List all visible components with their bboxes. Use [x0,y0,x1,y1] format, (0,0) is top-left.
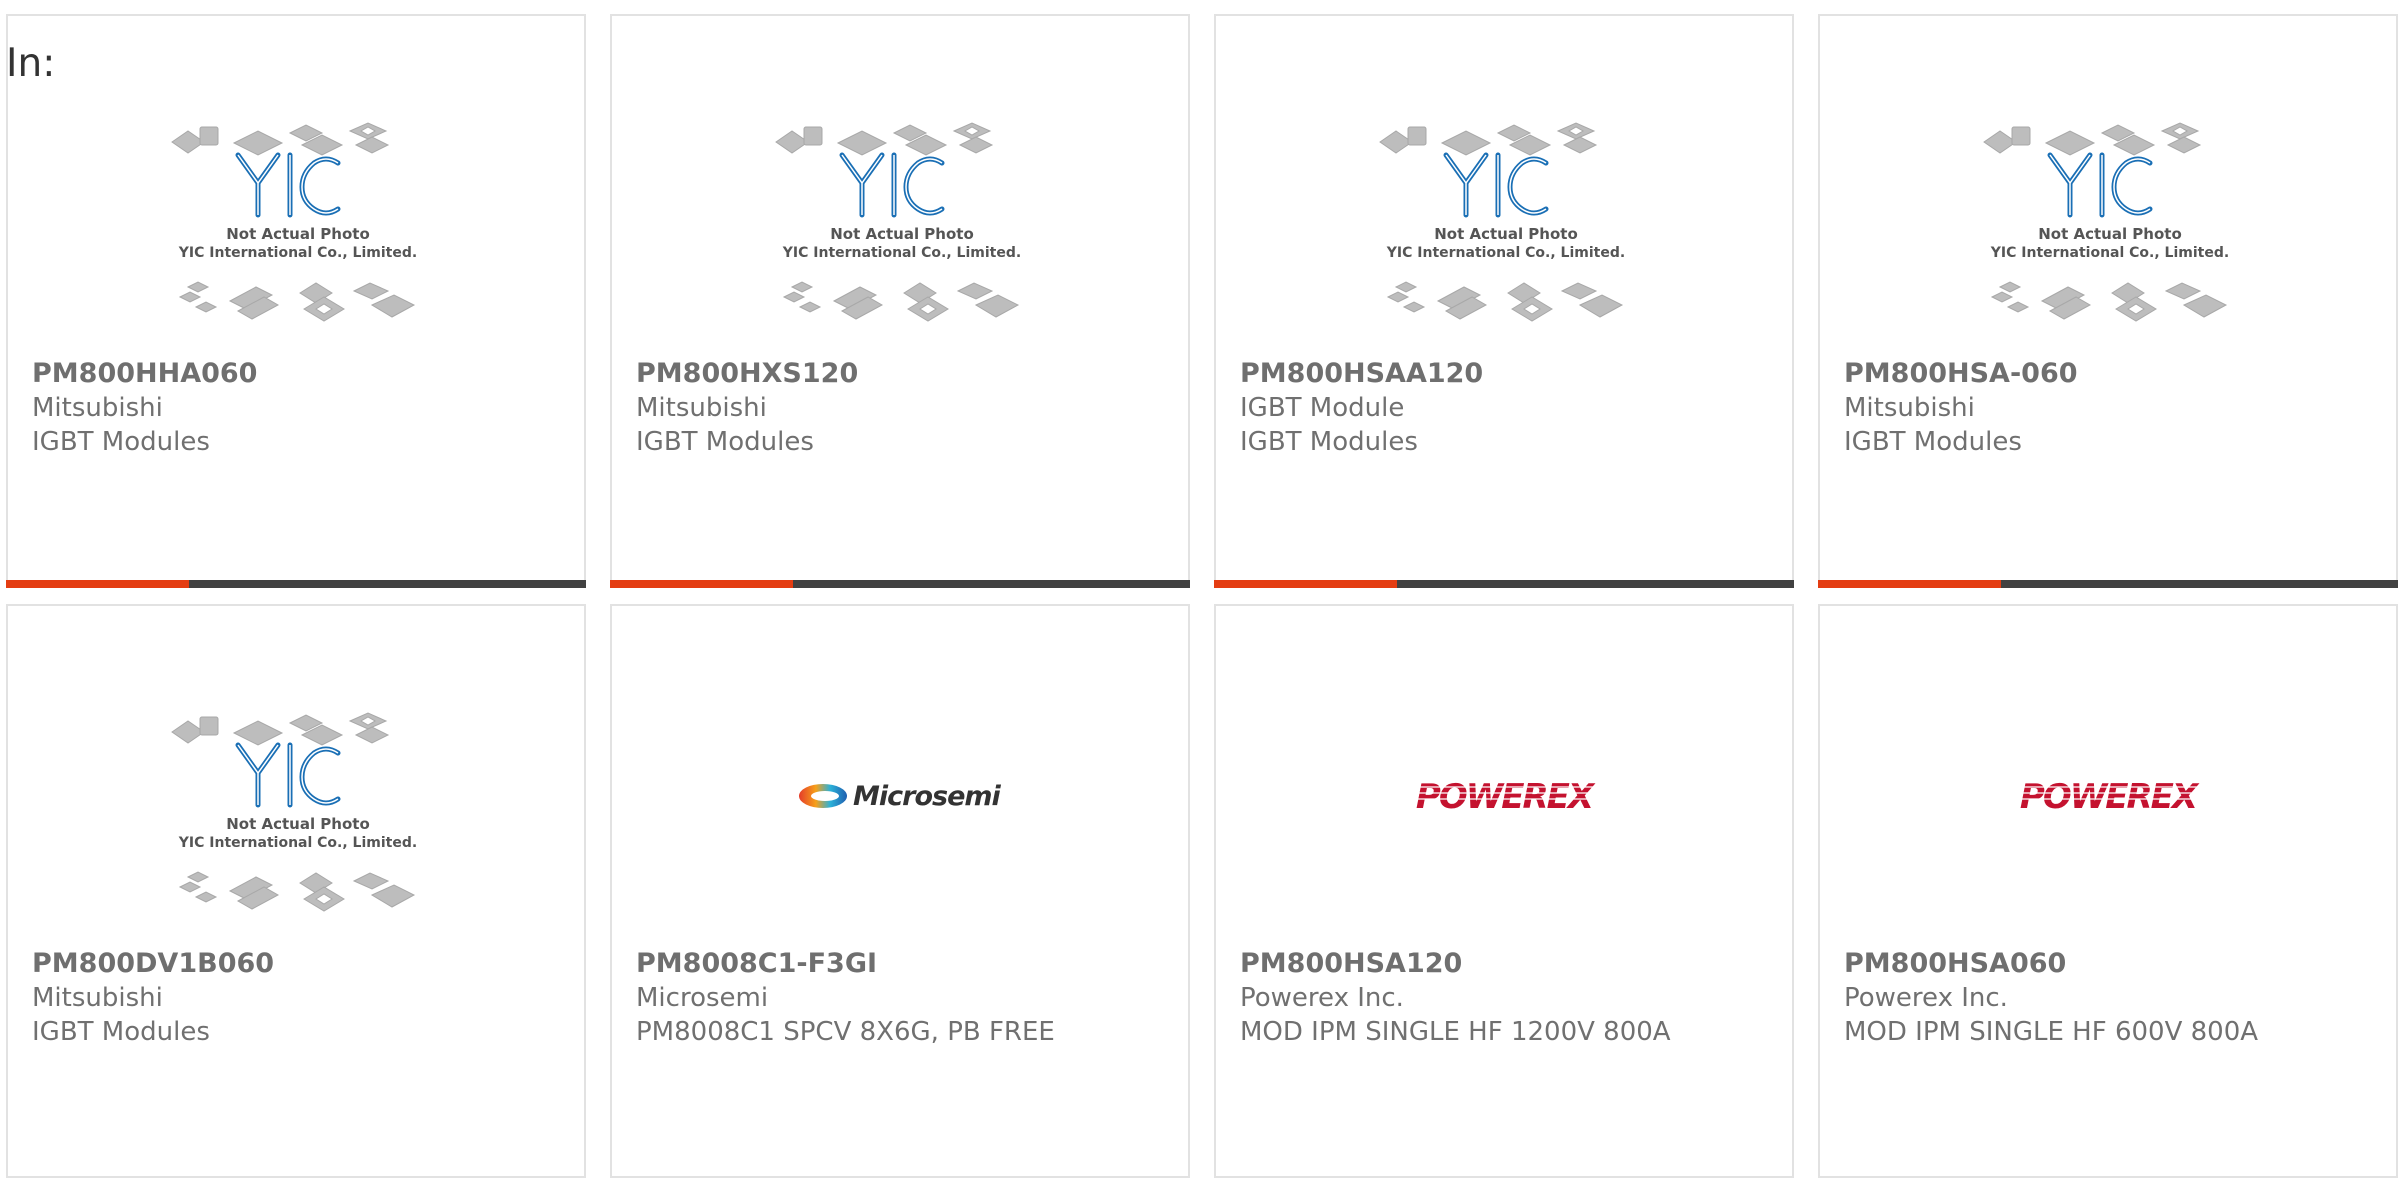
part-number-link[interactable]: PM800HSA120 [1240,947,1671,981]
yic-logo-icon [235,152,341,218]
product-info: PM800HXS120 Mitsubishi IGBT Modules [636,357,858,459]
product-description: IGBT Modules [32,1017,210,1047]
product-card[interactable]: Not Actual Photo YIC International Co., … [6,604,586,1178]
powerex-logo: POWEREX [2018,777,2202,817]
product-image[interactable]: Microsemi [612,756,1188,836]
manufacturer: Mitsubishi [636,393,767,423]
company-caption: YIC International Co., Limited. [178,245,417,261]
product-info: PM800HHA060 Mitsubishi IGBT Modules [32,357,257,459]
not-actual-photo-caption: Not Actual Photo [830,225,974,243]
product-grid: Not Actual Photo YIC International Co., … [6,14,2398,1178]
powerex-logo-text: POWEREX [1416,777,1596,817]
manufacturer: Mitsubishi [32,393,163,423]
yic-logo-icon [839,152,945,218]
product-description: MOD IPM SINGLE HF 600V 800A [1844,1017,2259,1047]
product-card[interactable]: Microsemi PM8008C1-F3GI Microsemi PM8008C1… [610,604,1190,1178]
not-actual-photo-image: Not Actual Photo YIC International Co., … [1379,122,1625,322]
product-card[interactable]: Not Actual Photo YIC International Co., … [6,14,586,588]
product-description: MOD IPM SINGLE HF 1200V 800A [1240,1017,1671,1047]
company-caption: YIC International Co., Limited. [1990,245,2229,261]
in-label: In: [6,41,56,86]
yic-logo-icon [235,742,341,808]
product-description: PM8008C1 SPCV 8X6G, PB FREE [636,1017,1055,1047]
product-info: PM800HSAA120 IGBT Module IGBT Modules [1240,357,1483,459]
yic-logo-icon [1443,152,1549,218]
company-caption: YIC International Co., Limited. [782,245,1021,261]
manufacturer: Powerex Inc. [1844,983,2008,1013]
product-image[interactable]: Not Actual Photo YIC International Co., … [158,97,438,337]
manufacturer: IGBT Module [1240,393,1405,423]
not-actual-photo-caption: Not Actual Photo [226,815,370,833]
manufacturer: Mitsubishi [32,983,163,1013]
product-info: PM8008C1-F3GI Microsemi PM8008C1 SPCV 8X6G… [636,947,1055,1049]
part-number-link[interactable]: PM800HXS120 [636,357,858,391]
part-number-link[interactable]: PM800DV1B060 [32,947,274,981]
product-description: IGBT Modules [1844,427,2022,457]
product-image[interactable]: Not Actual Photo YIC International Co., … [1366,97,1646,337]
not-actual-photo-caption: Not Actual Photo [1434,225,1578,243]
product-description: IGBT Modules [1240,427,1418,457]
product-image[interactable]: POWEREX [1820,756,2396,836]
product-info: PM800DV1B060 Mitsubishi IGBT Modules [32,947,274,1049]
manufacturer: Microsemi [636,983,769,1013]
powerex-logo: POWEREX [1414,777,1598,817]
part-number-link[interactable]: PM800HSA060 [1844,947,2258,981]
not-actual-photo-image: Not Actual Photo YIC International Co., … [171,712,417,912]
part-number-link[interactable]: PM800HSA-060 [1844,357,2078,391]
part-number-link[interactable]: PM8008C1-F3GI [636,947,1055,981]
yic-logo-icon [2047,152,2153,218]
powerex-logo-text: POWEREX [2020,777,2200,817]
product-card[interactable]: POWEREX PM800HSA120 Powerex Inc. MOD IPM S… [1214,604,1794,1178]
company-caption: YIC International Co., Limited. [178,835,417,851]
not-actual-photo-caption: Not Actual Photo [2038,225,2182,243]
product-card[interactable]: Not Actual Photo YIC International Co., … [1214,14,1794,588]
product-card[interactable]: Not Actual Photo YIC International Co., … [1818,14,2398,588]
product-card[interactable]: Not Actual Photo YIC International Co., … [610,14,1190,588]
product-description: IGBT Modules [32,427,210,457]
microsemi-logo-text: Microsemi [853,781,1002,812]
product-image[interactable]: Not Actual Photo YIC International Co., … [1970,97,2250,337]
not-actual-photo-caption: Not Actual Photo [226,225,370,243]
not-actual-photo-image: Not Actual Photo YIC International Co., … [775,122,1021,322]
product-image[interactable]: Not Actual Photo YIC International Co., … [158,687,438,927]
part-number-link[interactable]: PM800HSAA120 [1240,357,1483,391]
manufacturer: Mitsubishi [1844,393,1975,423]
product-info: PM800HSA-060 Mitsubishi IGBT Modules [1844,357,2078,459]
not-actual-photo-image: Not Actual Photo YIC International Co., … [171,122,417,322]
product-image[interactable]: Not Actual Photo YIC International Co., … [762,97,1042,337]
product-info: PM800HSA120 Powerex Inc. MOD IPM SINGLE HF… [1240,947,1671,1049]
product-info: PM800HSA060 Powerex Inc. MOD IPM SINGLE HF… [1844,947,2258,1049]
part-number-link[interactable]: PM800HHA060 [32,357,257,391]
product-image[interactable]: POWEREX [1216,756,1792,836]
company-caption: YIC International Co., Limited. [1386,245,1625,261]
manufacturer: Powerex Inc. [1240,983,1404,1013]
product-description: IGBT Modules [636,427,814,457]
product-card[interactable]: POWEREX PM800HSA060 Powerex Inc. MOD IPM S… [1818,604,2398,1178]
not-actual-photo-image: Not Actual Photo YIC International Co., … [1983,122,2229,322]
microsemi-logo: Microsemi [799,781,1003,812]
